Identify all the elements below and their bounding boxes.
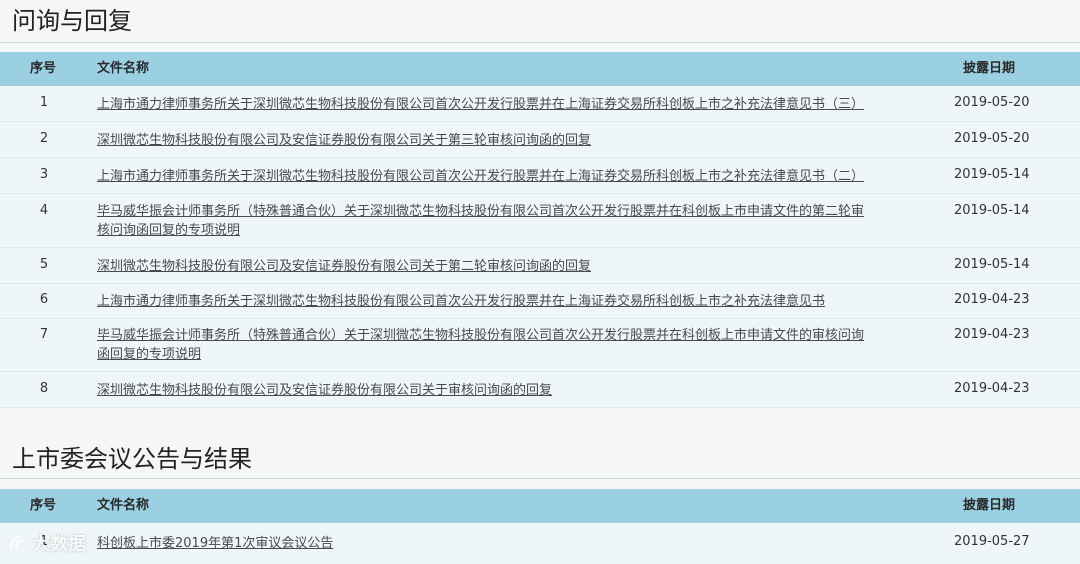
doc-link[interactable]: 深圳微芯生物科技股份有限公司及安信证券股份有限公司关于第二轮审核问询函的回复	[97, 257, 887, 276]
doc-link[interactable]: 科创板上市委2019年第1次审议会议公告	[97, 534, 887, 553]
watermark-logo-icon	[10, 536, 24, 550]
table-row: 5 深圳微芯生物科技股份有限公司及安信证券股份有限公司关于第二轮审核问询函的回复…	[0, 248, 1080, 284]
doc-link[interactable]: 深圳微芯生物科技股份有限公司及安信证券股份有限公司关于第三轮审核问询函的回复	[97, 131, 887, 150]
row-num: 6	[39, 292, 49, 307]
table-row: 6 上海市通力律师事务所关于深圳微芯生物科技股份有限公司首次公开发行股票并在上海…	[0, 284, 1080, 319]
table-header: 序号 文件名称 披露日期	[0, 52, 1080, 86]
row-num: 4	[39, 203, 49, 218]
row-num: 3	[39, 167, 49, 182]
table-row: 4 毕马威华振会计师事务所（特殊普通合伙）关于深圳微芯生物科技股份有限公司首次公…	[0, 194, 1080, 248]
table-row: 1 上海市通力律师事务所关于深圳微芯生物科技股份有限公司首次公开发行股票并在上海…	[0, 86, 1080, 122]
doc-link[interactable]: 毕马威华振会计师事务所（特殊普通合伙）关于深圳微芯生物科技股份有限公司首次公开发…	[97, 202, 887, 240]
row-date: 2019-05-14	[954, 203, 1030, 218]
table-header: 序号 文件名称 披露日期	[0, 489, 1080, 523]
table-row: 3 上海市通力律师事务所关于深圳微芯生物科技股份有限公司首次公开发行股票并在上海…	[0, 158, 1080, 194]
row-date: 2019-05-14	[954, 257, 1030, 272]
table-row: 2 深圳微芯生物科技股份有限公司及安信证券股份有限公司关于第三轮审核问询函的回复…	[0, 122, 1080, 158]
section-title-listing-committee: 上市委会议公告与结果	[12, 445, 252, 473]
row-num: 8	[39, 381, 49, 396]
row-date: 2019-05-27	[954, 534, 1030, 549]
row-date: 2019-04-23	[954, 381, 1030, 396]
header-name: 文件名称	[97, 61, 150, 76]
table-row: 8 深圳微芯生物科技股份有限公司及安信证券股份有限公司关于审核问询函的回复 20…	[0, 372, 1080, 408]
doc-link-line: 毕马威华振会计师事务所（特殊普通合伙）关于深圳微芯生物科技股份有限公司首次公开发…	[97, 328, 865, 343]
header-date: 披露日期	[963, 498, 1016, 513]
row-num: 2	[39, 131, 49, 146]
row-num: 1	[39, 95, 49, 110]
row-date: 2019-05-20	[954, 95, 1030, 110]
watermark: 大数据	[8, 530, 86, 556]
doc-link[interactable]: 上海市通力律师事务所关于深圳微芯生物科技股份有限公司首次公开发行股票并在上海证券…	[97, 95, 887, 114]
header-date: 披露日期	[963, 61, 1016, 76]
row-num: 5	[39, 257, 49, 272]
doc-link[interactable]: 深圳微芯生物科技股份有限公司及安信证券股份有限公司关于审核问询函的回复	[97, 381, 887, 400]
row-date: 2019-04-23	[954, 327, 1030, 342]
doc-link-line: 函回复的专项说明	[97, 347, 202, 362]
row-date: 2019-04-23	[954, 292, 1030, 307]
header-name: 文件名称	[97, 498, 150, 513]
header-num: 序号	[30, 61, 57, 76]
doc-link-line: 毕马威华振会计师事务所（特殊普通合伙）关于深圳微芯生物科技股份有限公司首次公开发…	[97, 204, 865, 219]
header-num: 序号	[30, 498, 57, 513]
doc-link[interactable]: 毕马威华振会计师事务所（特殊普通合伙）关于深圳微芯生物科技股份有限公司首次公开发…	[97, 326, 887, 364]
doc-link[interactable]: 上海市通力律师事务所关于深圳微芯生物科技股份有限公司首次公开发行股票并在上海证券…	[97, 292, 887, 311]
doc-link[interactable]: 上海市通力律师事务所关于深圳微芯生物科技股份有限公司首次公开发行股票并在上海证券…	[97, 167, 887, 186]
doc-link-line: 核问询函回复的专项说明	[97, 223, 241, 238]
row-date: 2019-05-14	[954, 167, 1030, 182]
section-title-inquiry: 问询与回复	[12, 7, 132, 35]
row-num: 7	[39, 327, 49, 342]
row-date: 2019-05-20	[954, 131, 1030, 146]
watermark-text: 大数据	[32, 534, 86, 555]
divider	[0, 42, 1080, 43]
table-row: 7 毕马威华振会计师事务所（特殊普通合伙）关于深圳微芯生物科技股份有限公司首次公…	[0, 319, 1080, 372]
divider	[0, 478, 1080, 479]
table-row: 1 科创板上市委2019年第1次审议会议公告 2019-05-27	[0, 523, 1080, 564]
